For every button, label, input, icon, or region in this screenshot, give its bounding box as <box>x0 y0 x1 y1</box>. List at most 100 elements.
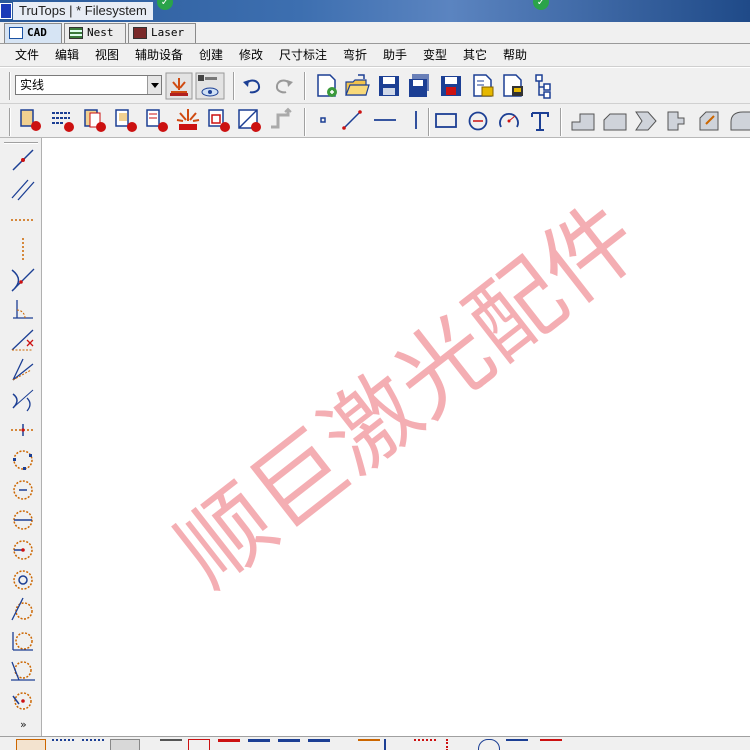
linetype-value: 实线 <box>20 78 45 92</box>
select-window-icon[interactable] <box>188 739 210 750</box>
dim-vertical-icon[interactable] <box>384 739 406 750</box>
menu-help[interactable]: 帮助 <box>503 48 527 63</box>
menu-bend[interactable]: 弯折 <box>343 48 367 63</box>
menu-variant[interactable]: 变型 <box>423 48 447 63</box>
menu-assistant[interactable]: 助手 <box>383 48 407 63</box>
undo-icon[interactable] <box>240 74 264 98</box>
dotted-horizontal-line-icon[interactable] <box>9 206 37 234</box>
export-geo-icon[interactable] <box>500 73 526 99</box>
circle-line-tangent-icon[interactable] <box>9 626 37 654</box>
bend-line-icon[interactable] <box>237 107 263 133</box>
part-c-icon[interactable] <box>144 107 170 133</box>
dim-length-icon[interactable] <box>540 739 562 750</box>
rectangle-icon[interactable] <box>434 109 458 131</box>
perpendicular-line-icon[interactable] <box>9 326 37 354</box>
tab-nest-label: Nest <box>87 26 114 39</box>
bisector-line-icon[interactable] <box>9 356 37 384</box>
new-file-icon[interactable] <box>314 73 340 99</box>
window-title-bar: TruTops | * Filesystem ✓ ✓ <box>0 0 750 22</box>
menu-aux-devices[interactable]: 辅助设备 <box>135 48 183 63</box>
structure-tree-icon[interactable] <box>532 73 558 99</box>
laser-cut-icon[interactable] <box>165 72 193 100</box>
dim-point-icon[interactable] <box>446 739 468 750</box>
step-shape-icon[interactable] <box>570 108 596 134</box>
redo-icon[interactable] <box>272 74 296 98</box>
save-as-icon[interactable] <box>438 73 464 99</box>
center-point-line-icon[interactable] <box>9 416 37 444</box>
dim-arrow-icon[interactable] <box>358 739 380 750</box>
menu-bar: 文件 编辑 视图 辅助设备 创建 修改 尺寸标注 弯折 助手 变型 其它 帮助 <box>0 44 750 67</box>
export-dxf-icon[interactable] <box>470 73 496 99</box>
save-all-icon[interactable] <box>406 73 432 99</box>
circle-diameter-icon[interactable] <box>9 506 37 534</box>
tangent-line-icon[interactable] <box>9 266 37 294</box>
part-check-icon[interactable] <box>206 107 232 133</box>
menu-dimension[interactable]: 尺寸标注 <box>279 48 327 63</box>
main-toolbar: 实线 <box>0 68 750 104</box>
part-properties-icon[interactable] <box>18 107 44 133</box>
part-f-icon[interactable] <box>278 739 300 750</box>
concentric-circle-icon[interactable] <box>9 566 37 594</box>
tangent-two-circles-icon[interactable] <box>9 386 37 414</box>
circle-icon[interactable] <box>466 109 490 133</box>
menu-view[interactable]: 视图 <box>95 48 119 63</box>
circle-center-radius-icon[interactable] <box>9 476 37 504</box>
part-e-icon[interactable] <box>248 739 270 750</box>
grid-a-icon[interactable] <box>52 739 74 750</box>
parallel-line-icon[interactable] <box>9 176 37 204</box>
line-two-points-icon[interactable] <box>341 109 363 131</box>
window-title: TruTops | * Filesystem <box>13 2 153 20</box>
part-g-icon[interactable] <box>308 739 330 750</box>
line-point-angle-icon[interactable] <box>9 146 37 174</box>
circle-three-point-icon[interactable] <box>9 446 37 474</box>
corner-shape-icon[interactable] <box>602 108 628 134</box>
flow-icon[interactable] <box>268 107 294 133</box>
measure-icon[interactable] <box>195 72 225 100</box>
linetype-select[interactable]: 实线 <box>15 75 162 95</box>
chamfer-shape-icon[interactable] <box>696 108 722 134</box>
horizontal-line-icon[interactable] <box>372 109 398 131</box>
circle-tangent-line-icon[interactable] <box>9 536 37 564</box>
vertical-line-icon[interactable] <box>406 109 426 131</box>
tab-nest[interactable]: Nest <box>64 23 126 43</box>
nest-icon <box>69 27 83 39</box>
tab-laser[interactable]: Laser <box>128 23 196 43</box>
laser-contour-icon[interactable] <box>175 107 201 133</box>
slot-shape-icon[interactable] <box>664 108 690 134</box>
dimension-mode-icon[interactable] <box>16 739 46 750</box>
menu-create[interactable]: 创建 <box>199 48 223 63</box>
menu-other[interactable]: 其它 <box>463 48 487 63</box>
text-tool-icon[interactable] <box>528 109 552 133</box>
left-drawing-toolbar: » <box>0 138 42 736</box>
chevron-down-icon[interactable] <box>147 76 161 94</box>
part-a-icon[interactable] <box>82 107 108 133</box>
drawing-canvas[interactable] <box>42 138 750 736</box>
tab-cad[interactable]: CAD <box>4 23 62 43</box>
open-folder-icon[interactable] <box>344 73 370 99</box>
arc-icon[interactable] <box>497 109 521 133</box>
dotted-vertical-line-icon[interactable] <box>9 236 37 264</box>
part-d-icon[interactable] <box>218 739 240 750</box>
angle-line-icon[interactable] <box>9 296 37 324</box>
menu-file[interactable]: 文件 <box>15 48 39 63</box>
dim-radius-icon[interactable] <box>478 739 500 750</box>
layer-list-icon[interactable] <box>50 107 76 133</box>
menu-edit[interactable]: 编辑 <box>55 48 79 63</box>
grid-b-icon[interactable] <box>82 739 104 750</box>
menu-modify[interactable]: 修改 <box>239 48 263 63</box>
check-badge-icon: ✓ <box>157 0 173 10</box>
dim-angle-icon[interactable] <box>506 739 528 750</box>
circle-two-tangents-icon[interactable] <box>9 596 37 624</box>
circle-three-tangents-icon[interactable] <box>9 656 37 684</box>
dim-horizontal-icon[interactable] <box>414 739 436 750</box>
hatch-icon[interactable] <box>160 739 182 750</box>
part-b-icon[interactable] <box>113 107 139 133</box>
point-icon[interactable] <box>312 109 334 131</box>
round-shape-icon[interactable] <box>727 108 750 134</box>
save-icon[interactable] <box>376 73 402 99</box>
circle-tangent-point-icon[interactable] <box>9 686 37 714</box>
more-tools-chevron[interactable]: » <box>20 718 27 731</box>
notch-shape-icon[interactable] <box>634 108 660 134</box>
snap-icon[interactable] <box>110 739 140 750</box>
module-tabs: CAD Nest Laser <box>0 22 750 44</box>
